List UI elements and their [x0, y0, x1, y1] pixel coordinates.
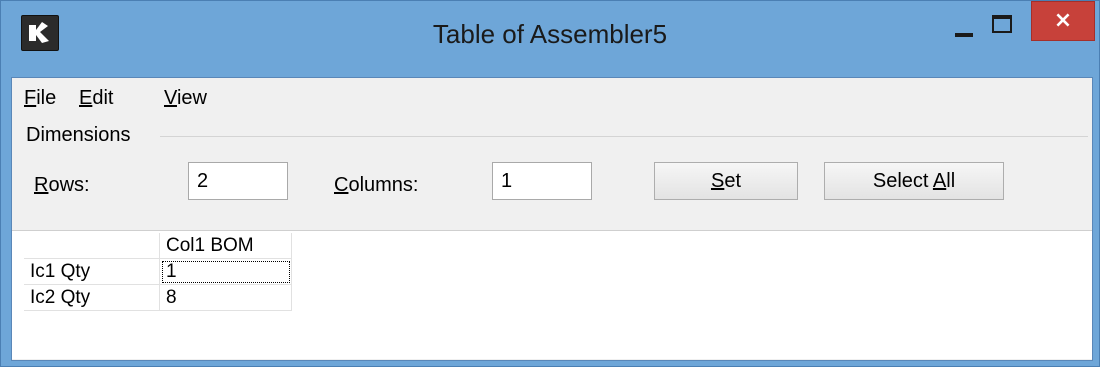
app-window: Table of Assembler5 × File Edit View Dim… [0, 0, 1100, 367]
menu-view-label: iew [176, 87, 207, 109]
minimize-button[interactable] [951, 9, 981, 49]
menu-bar: File Edit View [12, 78, 1092, 118]
set-button[interactable]: Set [654, 162, 798, 200]
table-grid: Col1 BOM Ic1 Qty 1 Ic2 Qty 8 [12, 230, 1092, 359]
select-all-button[interactable]: Select All [824, 162, 1004, 200]
menu-view[interactable]: View [164, 87, 207, 110]
menu-file[interactable]: File [24, 87, 56, 110]
rows-input[interactable]: 2 [188, 162, 288, 200]
set-button-mnemonic: S [710, 170, 725, 192]
group-divider [160, 136, 1088, 137]
close-button[interactable]: × [1031, 1, 1095, 41]
row-header[interactable]: Ic1 Qty [24, 259, 160, 285]
menu-edit[interactable]: Edit [79, 87, 113, 110]
window-title: Table of Assembler5 [432, 19, 668, 49]
close-icon: × [1053, 8, 1073, 33]
rows-label-mnemonic: R [34, 174, 49, 196]
grid-corner-cell [24, 233, 160, 259]
menu-file-label: ile [36, 87, 57, 109]
menu-file-mnemonic: F [24, 87, 37, 109]
select-all-prefix: Select [872, 170, 933, 192]
dimensions-group-label: Dimensions [26, 124, 133, 147]
menu-edit-label: dit [92, 87, 114, 109]
select-all-label: ll [946, 170, 956, 192]
client-area: File Edit View Dimensions Rows: 2 Column… [11, 77, 1093, 361]
menu-edit-mnemonic: E [79, 87, 93, 109]
table-cell[interactable]: 8 [160, 285, 292, 311]
columns-label-text: olumns: [348, 174, 419, 196]
columns-label-mnemonic: C [334, 174, 349, 196]
column-header[interactable]: Col1 BOM [160, 233, 292, 259]
rows-label-text: ows: [48, 174, 90, 196]
columns-input[interactable]: 1 [492, 162, 592, 200]
row-header[interactable]: Ic2 Qty [24, 285, 160, 311]
cell-focus-rectangle [162, 261, 290, 283]
columns-label: Columns: [334, 174, 418, 197]
select-all-mnemonic: A [932, 170, 947, 192]
title-bar[interactable]: Table of Assembler5 × [1, 1, 1099, 77]
set-button-label: et [724, 170, 742, 192]
maximize-button[interactable] [989, 9, 1019, 49]
menu-view-mnemonic: V [164, 87, 177, 109]
rows-label: Rows: [34, 174, 90, 197]
